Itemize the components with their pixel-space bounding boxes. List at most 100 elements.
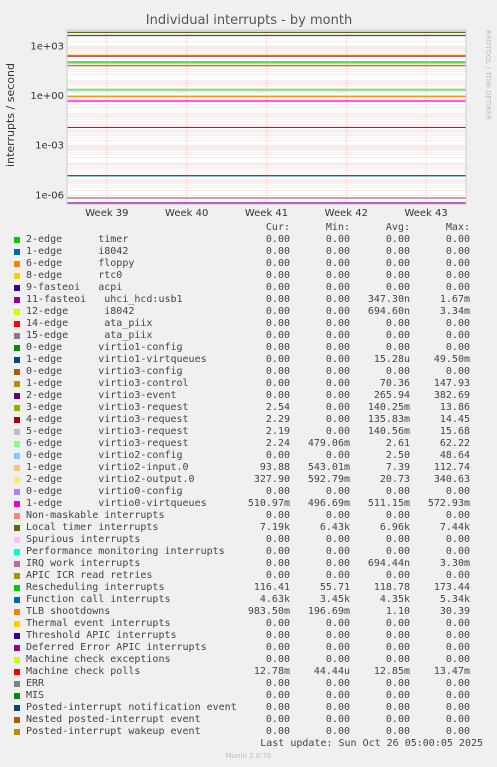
- legend-label: 0-edge virtio1-config: [26, 342, 183, 353]
- legend-label: APIC ICR read retries: [26, 570, 153, 581]
- legend-row: Posted-interrupt wakeup event 0.00 0.00 0.0…: [0, 726, 497, 738]
- legend-row: 6-edge floppy 0.00 0.00 0.00 0.00: [0, 258, 497, 270]
- legend-swatch: [14, 489, 20, 495]
- legend-swatch: [14, 441, 20, 447]
- legend-value: 0.00: [445, 246, 470, 257]
- legend-value: 13.86: [439, 402, 470, 413]
- legend-value: 0.00: [445, 534, 470, 545]
- legend-value: 5.34k: [439, 594, 470, 605]
- legend-value: 7.44k: [439, 522, 470, 533]
- legend-row: 1-edge virtio0-virtqueues 510.97m 496.69m 5…: [0, 498, 497, 510]
- legend-row: 4-edge virtio3-request 2.29 0.00 135.83m 14.…: [0, 414, 497, 426]
- legend-row: Function call interrupts 4.63k 3.45k 4.35k 5…: [0, 594, 497, 606]
- legend-row: Performance monitoring interrupts 0.00 0.0…: [0, 546, 497, 558]
- legend-swatch: [14, 345, 20, 351]
- legend-swatch: [14, 573, 20, 579]
- legend-value: 3.30m: [439, 558, 470, 569]
- legend-swatch: [14, 669, 20, 675]
- x-tick-label: Week 42: [325, 208, 368, 219]
- legend-swatch: [14, 513, 20, 519]
- legend-label: Rescheduling interrupts: [26, 582, 165, 593]
- legend-value: 572.93m: [427, 498, 470, 509]
- legend-value: 0.00: [445, 726, 470, 737]
- chart-title: Individual interrupts - by month: [146, 13, 352, 28]
- legend-value: 30.39: [439, 606, 470, 617]
- legend-label: 4-edge virtio3-request: [26, 414, 189, 425]
- legend-label: Posted-interrupt notification event: [26, 702, 237, 713]
- legend-swatch: [14, 297, 20, 303]
- legend-label: 1-edge virtio1-virtqueues: [26, 354, 207, 365]
- legend-swatch: [14, 381, 20, 387]
- legend-label: Performance monitoring interrupts: [26, 546, 225, 557]
- legend-row: 1-edge virtio3-control 0.00 0.00 70.36 147.9…: [0, 378, 497, 390]
- legend-row: Posted-interrupt notification event 0.00 0…: [0, 702, 497, 714]
- legend-label: 2-edge virtio2-output.0: [26, 474, 195, 485]
- legend-swatch: [14, 273, 20, 279]
- legend-swatch: [14, 357, 20, 363]
- y-axis-label: interrupts / second: [4, 63, 17, 167]
- legend-row: Machine check polls 12.78m 44.44u 12.85m 13.…: [0, 666, 497, 678]
- legend-swatch: [14, 309, 20, 315]
- legend-swatch: [14, 561, 20, 567]
- legend-label: Machine check exceptions: [26, 654, 171, 665]
- x-tick-label: Week 41: [245, 208, 288, 219]
- legend-label: 0-edge virtio0-config: [26, 486, 183, 497]
- legend-value: 0.00: [445, 510, 470, 521]
- munin-version: Munin 2.0.76: [225, 752, 272, 760]
- legend-row: APIC ICR read retries 0.00 0.00 0.00 0.00: [0, 570, 497, 582]
- legend-label: Thermal event interrupts: [26, 618, 171, 629]
- legend-label: Posted-interrupt wakeup event: [26, 726, 201, 737]
- last-update: Last update: Sun Oct 26 05:00:05 2025: [260, 738, 483, 749]
- legend-row: 3-edge virtio3-request 2.54 0.00 140.25m 13.…: [0, 402, 497, 414]
- legend-swatch: [14, 633, 20, 639]
- legend-row: 2-edge virtio3-event 0.00 0.00 265.94 382.69: [0, 390, 497, 402]
- legend-value: 3.34m: [439, 306, 470, 317]
- y-tick-label: 1e-03: [35, 141, 64, 152]
- legend-row: 2-edge virtio2-output.0 327.90 592.79m 20.7…: [0, 474, 497, 486]
- legend-row: Non-maskable interrupts 0.00 0.00 0.00 0.00: [0, 510, 497, 522]
- legend-value: 0.00: [445, 678, 470, 689]
- legend-swatch: [14, 285, 20, 291]
- legend-value: 340.63: [433, 474, 470, 485]
- legend-value: 0.00: [445, 618, 470, 629]
- legend-label: IRQ work interrupts: [26, 558, 141, 569]
- legend-swatch: [14, 261, 20, 267]
- legend-label: Spurious interrupts: [26, 534, 141, 545]
- legend-row: 1-edge i8042 0.00 0.00 0.00 0.00: [0, 246, 497, 258]
- legend-value: 0.00: [445, 234, 470, 245]
- legend-row: TLB shootdowns 983.50m 196.69m 1.10 30.39: [0, 606, 497, 618]
- legend-row: Threshold APIC interrupts 0.00 0.00 0.00 0.0…: [0, 630, 497, 642]
- legend-swatch: [14, 393, 20, 399]
- legend-row: Deferred Error APIC interrupts 0.00 0.00 0.…: [0, 642, 497, 654]
- legend-value: 147.93: [433, 378, 470, 389]
- legend-label: TLB shootdowns: [26, 606, 111, 617]
- legend-swatch: [14, 237, 20, 243]
- legend-row: 9-fasteoi acpi 0.00 0.00 0.00 0.00: [0, 282, 497, 294]
- legend-row: Spurious interrupts 0.00 0.00 0.00 0.00: [0, 534, 497, 546]
- legend-value: 1.67m: [439, 294, 470, 305]
- legend-swatch: [14, 717, 20, 723]
- legend-value: 0.00: [445, 714, 470, 725]
- legend-label: 0-edge virtio2-config: [26, 450, 183, 461]
- legend-row: 1-edge virtio1-virtqueues 0.00 0.00 15.28u 4…: [0, 354, 497, 366]
- legend-value: 15.68: [439, 426, 470, 437]
- legend-value: 382.69: [433, 390, 470, 401]
- legend-label: 1-edge virtio3-control: [26, 378, 189, 389]
- legend-value: 0.00: [445, 642, 470, 653]
- legend-value: 0.00: [445, 330, 470, 341]
- legend-row: 0-edge virtio3-config 0.00 0.00 0.00 0.00: [0, 366, 497, 378]
- legend-label: 8-edge rtc0: [26, 270, 123, 281]
- legend-label: Nested posted-interrupt event: [26, 714, 201, 725]
- legend-value: 0.00: [445, 630, 470, 641]
- legend-value: 0.00: [445, 318, 470, 329]
- legend-label: 9-fasteoi acpi: [26, 282, 123, 293]
- legend-row: 6-edge virtio3-request 2.24 479.06m 2.61 62.…: [0, 438, 497, 450]
- legend-row: 14-edge ata_piix 0.00 0.00 0.00 0.00: [0, 318, 497, 330]
- legend-row: Machine check exceptions 0.00 0.00 0.00 0.00: [0, 654, 497, 666]
- legend-row: 12-edge i8042 0.00 0.00 694.60n 3.34m: [0, 306, 497, 318]
- legend-swatch: [14, 585, 20, 591]
- legend-value: 0.00: [445, 654, 470, 665]
- legend-label: 12-edge i8042: [26, 306, 135, 317]
- y-tick-label: 1e+03: [30, 42, 64, 53]
- legend-label: Deferred Error APIC interrupts: [26, 642, 207, 653]
